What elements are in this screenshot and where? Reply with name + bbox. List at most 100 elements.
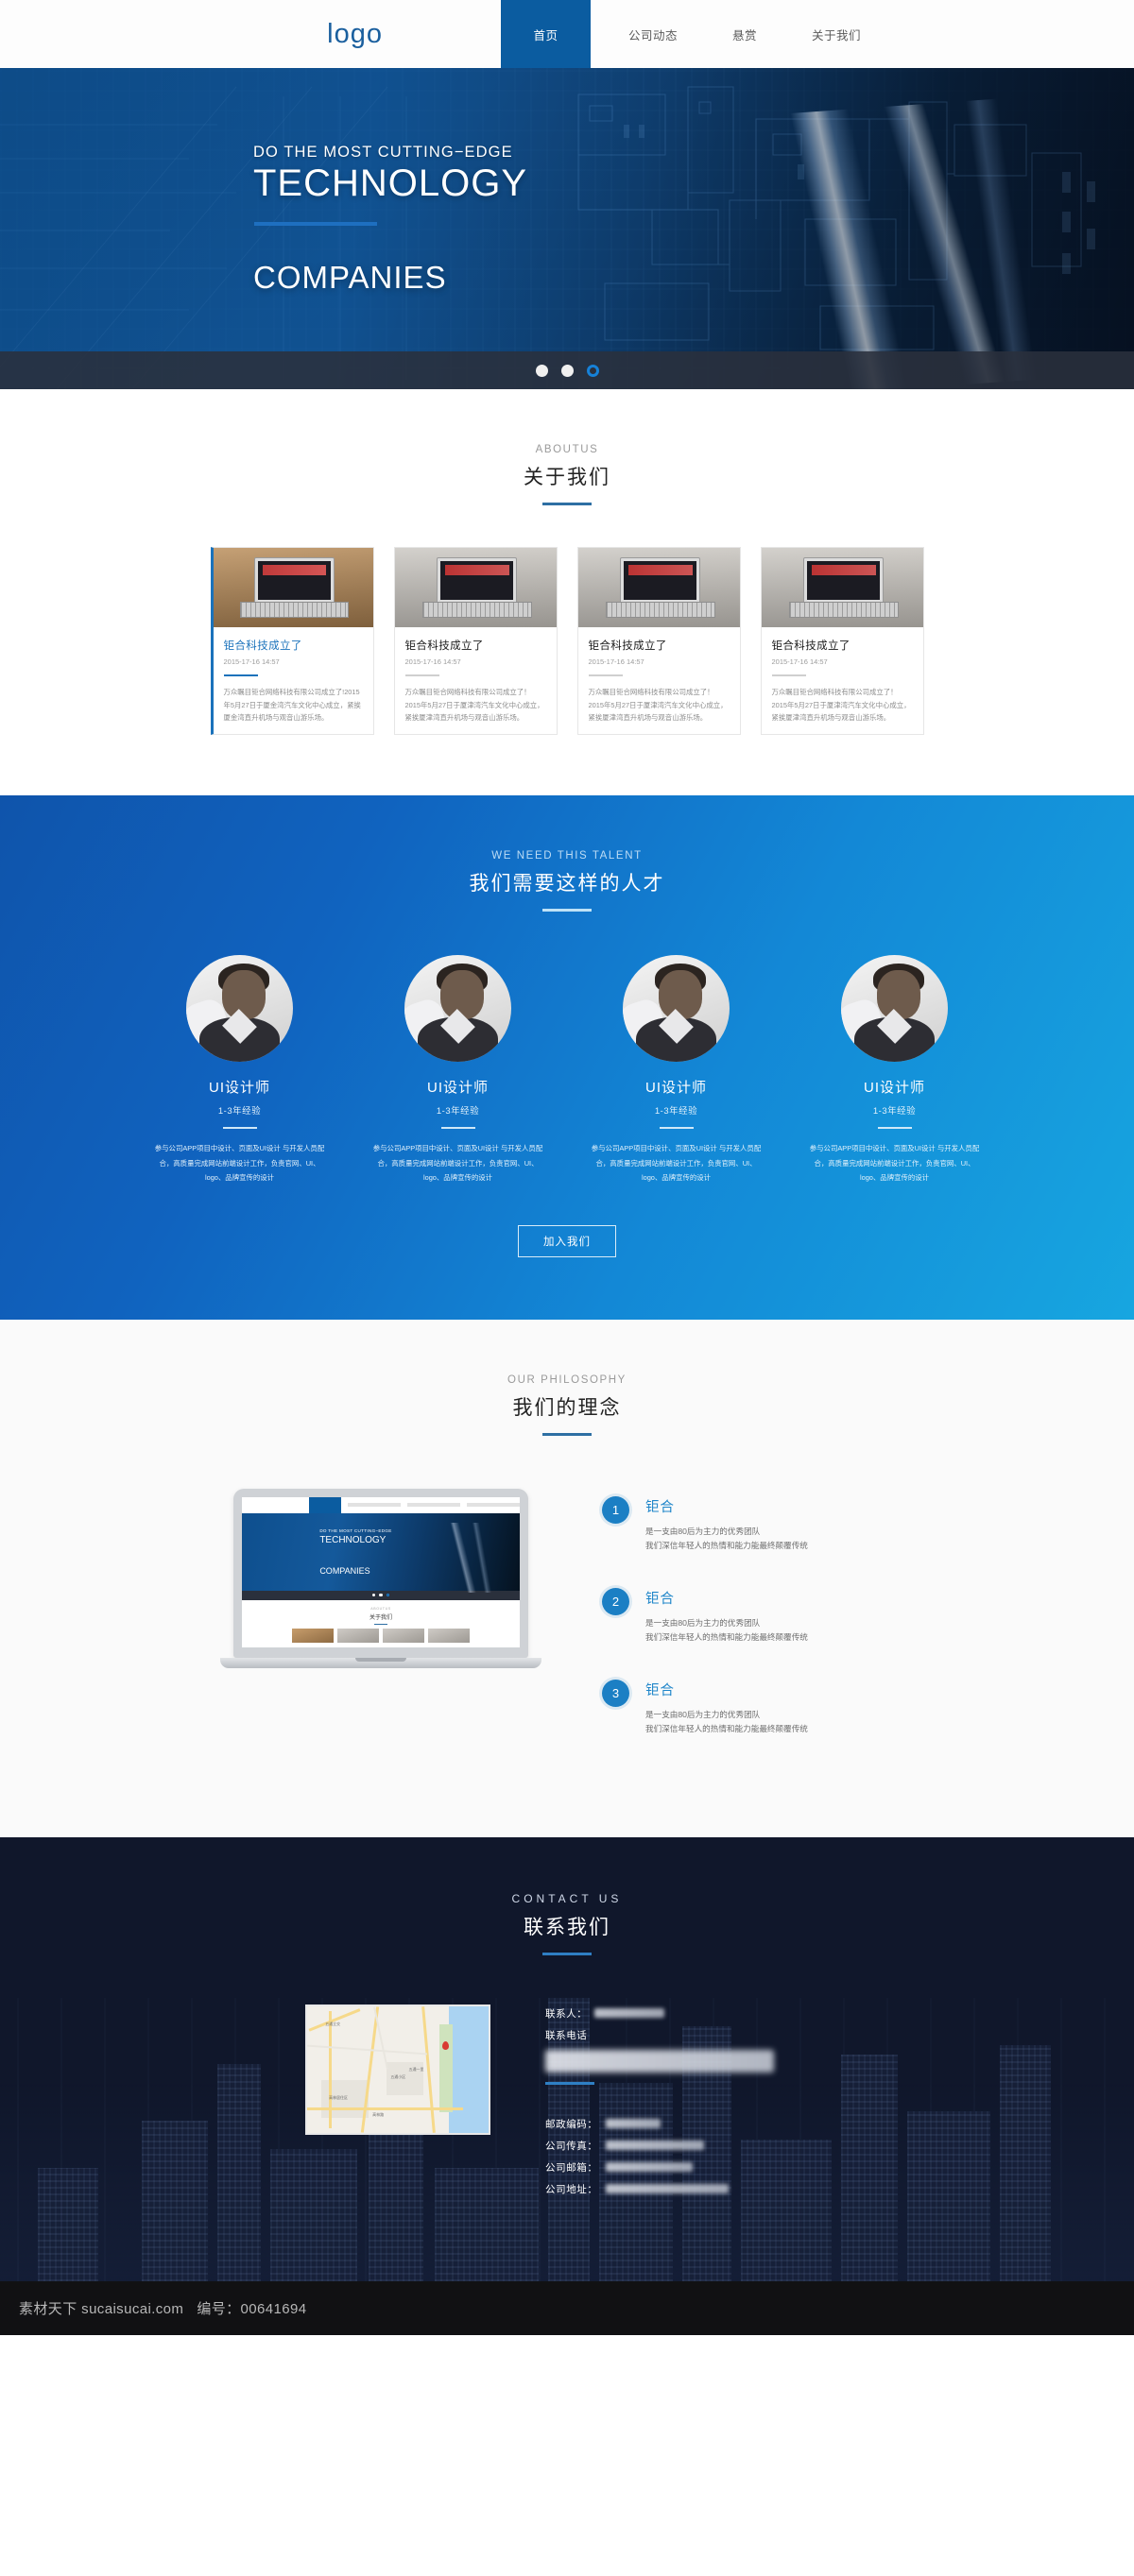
map-label: 高林居住区 [329, 2094, 349, 2100]
talent-heading-en: WE NEED THIS TALENT [491, 850, 643, 862]
company-email-label: 公司邮箱： [545, 2161, 598, 2174]
contact-phone-label: 联系电话 [545, 2029, 588, 2041]
contact-field-row: 联系电话 [545, 2028, 829, 2042]
screen-card [428, 1629, 470, 1644]
news-card-title: 钜合科技成立了 [404, 640, 484, 652]
logo-text: logo [327, 18, 383, 49]
news-card-description: 万众瞩目钜合网络科技有限公司成立了！2015年5月27日于厦津湾汽车文化中心成立… [404, 688, 544, 723]
map-road [308, 2008, 361, 2032]
philosophy-section: OUR PHILOSOPHY 我们的理念 DO THE MOST CUTTING… [0, 1319, 1134, 1837]
news-card-thumbnail [394, 548, 557, 627]
nav-item-company-news[interactable]: 公司动态 [619, 0, 687, 68]
carousel-dot-2[interactable] [560, 364, 574, 377]
news-card-date: 2015-17-16 14:57 [223, 657, 280, 666]
talent-description: 参与公司APP项目中设计、页面及UI设计 与开发人员配合，高质量完成网站前端设计… [809, 1144, 980, 1183]
screen-hero-subtitle: COMPANIES [319, 1565, 370, 1576]
news-card-body: 钜合科技成立了 2015-17-16 14:57 万众瞩目钜合网络科技有限公司成… [762, 627, 923, 728]
talent-experience: 1-3年经验 [217, 1106, 262, 1117]
screen-about-en: ABOUTUS [370, 1606, 391, 1611]
talent-heading-cn: 我们需要这样的人才 [469, 873, 665, 896]
location-map[interactable]: 五通立交 五通小区 高林居住区 五通一里 高林路 [305, 2004, 490, 2135]
contact-phone-value-redacted [545, 2049, 774, 2073]
news-card[interactable]: 钜合科技成立了 2015-17-16 14:57 万众瞩目钜合网络科技有限公司成… [576, 547, 741, 736]
news-card-divider [771, 674, 806, 676]
hero-title: TECHNOLOGY [253, 162, 528, 204]
avatar-head [440, 969, 484, 1019]
news-card-description: 万众瞩目钜合网络科技有限公司成立了！2015年5月27日于厦津湾汽车文化中心成立… [588, 688, 728, 723]
talent-card[interactable]: UI设计师 1-3年经验 参与公司APP项目中设计、页面及UI设计 与开发人员配… [147, 955, 332, 1186]
contact-person-value-redacted [594, 2008, 665, 2019]
nav-item-bounty[interactable]: 悬赏 [715, 0, 774, 68]
laptop-icon [802, 557, 885, 604]
nav-item-home[interactable]: 首页 [501, 0, 591, 68]
screen-card [383, 1629, 424, 1644]
philosophy-item-lines: 是一支由80后为主力的优秀团队 我们深信年轻人的热情和能力能最终颠覆传统 [645, 1708, 808, 1736]
talent-card[interactable]: UI设计师 1-3年经验 参与公司APP项目中设计、页面及UI设计 与开发人员配… [366, 955, 550, 1186]
laptop-icon [254, 557, 335, 604]
hero-kicker: DO THE MOST CUTTING−EDGE [253, 144, 513, 161]
map-greenbelt [439, 2023, 453, 2113]
talent-description: 参与公司APP项目中设计、页面及UI设计 与开发人员配合，高质量完成网站前端设计… [372, 1144, 543, 1183]
avatar [841, 955, 948, 1063]
laptop-icon [436, 557, 518, 604]
philosophy-item-line: 我们深信年轻人的热情和能力能最终颠覆传统 [645, 1540, 808, 1550]
screen-carousel-dot-active [386, 1593, 390, 1597]
news-card-description: 万众瞩目钜合网络科技有限公司成立了!2015年5月27日于厦金湾汽车文化中心成立… [223, 688, 361, 723]
talent-list: UI设计师 1-3年经验 参与公司APP项目中设计、页面及UI设计 与开发人员配… [0, 955, 1134, 1186]
screen-nav [242, 1496, 520, 1513]
philosophy-body: DO THE MOST CUTTING−EDGE TECHNOLOGY COMP… [0, 1488, 1134, 1771]
philosophy-heading-underline [542, 1432, 592, 1436]
avatar [186, 955, 293, 1063]
map-road-minor [372, 2006, 388, 2070]
philosophy-item-line: 是一支由80后为主力的优秀团队 [645, 1709, 761, 1719]
hero-subtitle: COMPANIES [253, 260, 447, 296]
page-root: logo 首页 公司动态 悬赏 关于我们 DO THE MOST CUTTING… [0, 0, 1134, 2335]
postal-code-value-redacted [605, 2119, 661, 2129]
talent-description: 参与公司APP项目中设计、页面及UI设计 与开发人员配合，高质量完成网站前端设计… [154, 1144, 325, 1183]
philosophy-list: 1 钜合 是一支由80后为主力的优秀团队 我们深信年轻人的热情和能力能最终颠覆传… [602, 1489, 914, 1771]
carousel-dot-3-active[interactable] [586, 364, 599, 377]
talent-divider [877, 1127, 912, 1130]
watermark-id: 编号：00641694 [197, 2300, 307, 2317]
laptop-screen: DO THE MOST CUTTING−EDGE TECHNOLOGY COMP… [242, 1496, 520, 1647]
screen-about: ABOUTUS 关于我们 [242, 1599, 520, 1647]
contact-detail-row: 邮政编码： [545, 2117, 829, 2131]
watermark-bar: 素材天下 sucaisucai.com 编号：00641694 [0, 2280, 1134, 2335]
philosophy-item: 3 钜合 是一支由80后为主力的优秀团队 我们深信年轻人的热情和能力能最终颠覆传… [602, 1679, 914, 1736]
avatar-head [659, 969, 702, 1019]
news-card[interactable]: 钜合科技成立了 2015-17-16 14:57 万众瞩目钜合网络科技有限公司成… [760, 547, 924, 736]
contact-info: 联系人： 联系电话 邮政编码： 公司传真： 公司邮箱： 公司地址： [545, 2005, 829, 2204]
laptop-icon [619, 557, 701, 604]
company-email-value-redacted [605, 2162, 693, 2173]
join-us-button[interactable]: 加入我们 [518, 1224, 616, 1257]
news-card[interactable]: 钜合科技成立了 2015-17-16 14:57 万众瞩目钜合网络科技有限公司成… [210, 547, 374, 736]
news-card-list: 钜合科技成立了 2015-17-16 14:57 万众瞩目钜合网络科技有限公司成… [0, 547, 1134, 736]
news-card[interactable]: 钜合科技成立了 2015-17-16 14:57 万众瞩目钜合网络科技有限公司成… [393, 547, 558, 736]
screen-card-row [242, 1629, 520, 1644]
philosophy-heading-cn: 我们的理念 [512, 1396, 622, 1419]
talent-divider [659, 1127, 694, 1130]
logo[interactable]: logo [0, 0, 501, 68]
contact-divider [545, 2081, 594, 2085]
carousel-dot-1[interactable] [535, 364, 548, 377]
contact-body: 五通立交 五通小区 高林居住区 五通一里 高林路 联系人： 联系电话 邮政编码： [0, 2004, 1134, 2204]
talent-card[interactable]: UI设计师 1-3年经验 参与公司APP项目中设计、页面及UI设计 与开发人员配… [584, 955, 768, 1186]
news-card-title: 钜合科技成立了 [223, 640, 302, 652]
talent-card[interactable]: UI设计师 1-3年经验 参与公司APP项目中设计、页面及UI设计 与开发人员配… [802, 955, 987, 1186]
screen-carousel-dot [379, 1593, 383, 1597]
main-nav: 首页 公司动态 悬赏 关于我们 [501, 0, 870, 68]
nav-item-about-us[interactable]: 关于我们 [802, 0, 870, 68]
postal-code-label: 邮政编码： [545, 2118, 598, 2130]
philosophy-item-line: 我们深信年轻人的热情和能力能最终颠覆传统 [645, 1723, 808, 1733]
philosophy-item-line: 我们深信年轻人的热情和能力能最终颠覆传统 [645, 1631, 808, 1642]
contact-detail-row: 公司地址： [545, 2182, 829, 2196]
talent-experience: 1-3年经验 [436, 1106, 480, 1117]
talent-role: UI设计师 [208, 1080, 270, 1097]
news-card-title: 钜合科技成立了 [588, 640, 667, 652]
philosophy-item-lines: 是一支由80后为主力的优秀团队 我们深信年轻人的热情和能力能最终颠覆传统 [645, 1525, 808, 1553]
company-fax-value-redacted [605, 2141, 704, 2151]
contact-detail-row: 公司邮箱： [545, 2160, 829, 2175]
screen-about-cn: 关于我们 [369, 1614, 392, 1621]
